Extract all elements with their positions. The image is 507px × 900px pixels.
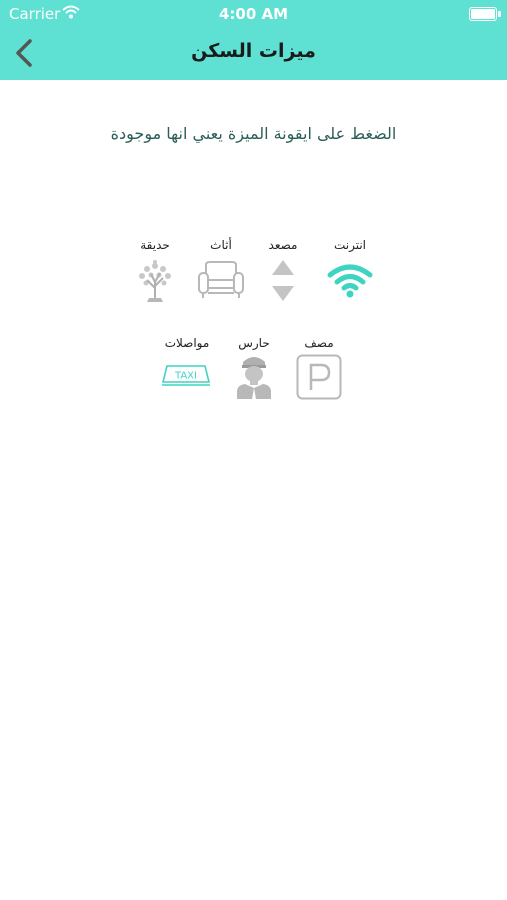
tree-icon <box>139 260 171 302</box>
feature-label: مواصلات <box>164 336 210 350</box>
battery-icon <box>469 7 501 21</box>
feature-internet[interactable]: انترنت <box>320 238 380 302</box>
status-bar: Carrier 4:00 AM <box>0 0 507 28</box>
feature-label: مصف <box>304 336 334 350</box>
feature-furniture[interactable]: أثاث <box>194 238 248 304</box>
feature-guard[interactable]: حارس <box>226 336 282 402</box>
feature-transport[interactable]: مواصلات TAXI <box>156 336 218 396</box>
feature-parking[interactable]: مصف <box>290 336 348 402</box>
elevator-icon <box>272 260 294 301</box>
svg-text:TAXI: TAXI <box>174 371 197 382</box>
feature-label: حارس <box>238 336 270 350</box>
armchair-icon <box>198 261 244 298</box>
feature-label: مصعد <box>268 238 298 252</box>
feature-elevator[interactable]: مصعد <box>257 238 309 304</box>
taxi-icon: TAXI <box>162 365 210 386</box>
header-bar: Carrier 4:00 AM ميزات السكن <box>0 0 507 80</box>
guard-icon <box>237 357 271 399</box>
status-time: 4:00 AM <box>218 5 289 23</box>
feature-label: أثاث <box>210 238 232 252</box>
page-title: ميزات السكن <box>191 40 316 62</box>
wifi-icon <box>327 264 373 298</box>
feature-label: انترنت <box>333 238 367 252</box>
feature-garden[interactable]: حديقة <box>128 238 182 306</box>
hint-text: الضغط على ايقونة الميزة يعني انها موجودة <box>110 124 397 143</box>
feature-label: حديقة <box>140 238 170 252</box>
navigation-bar: ميزات السكن <box>0 30 507 76</box>
parking-icon <box>296 354 342 400</box>
